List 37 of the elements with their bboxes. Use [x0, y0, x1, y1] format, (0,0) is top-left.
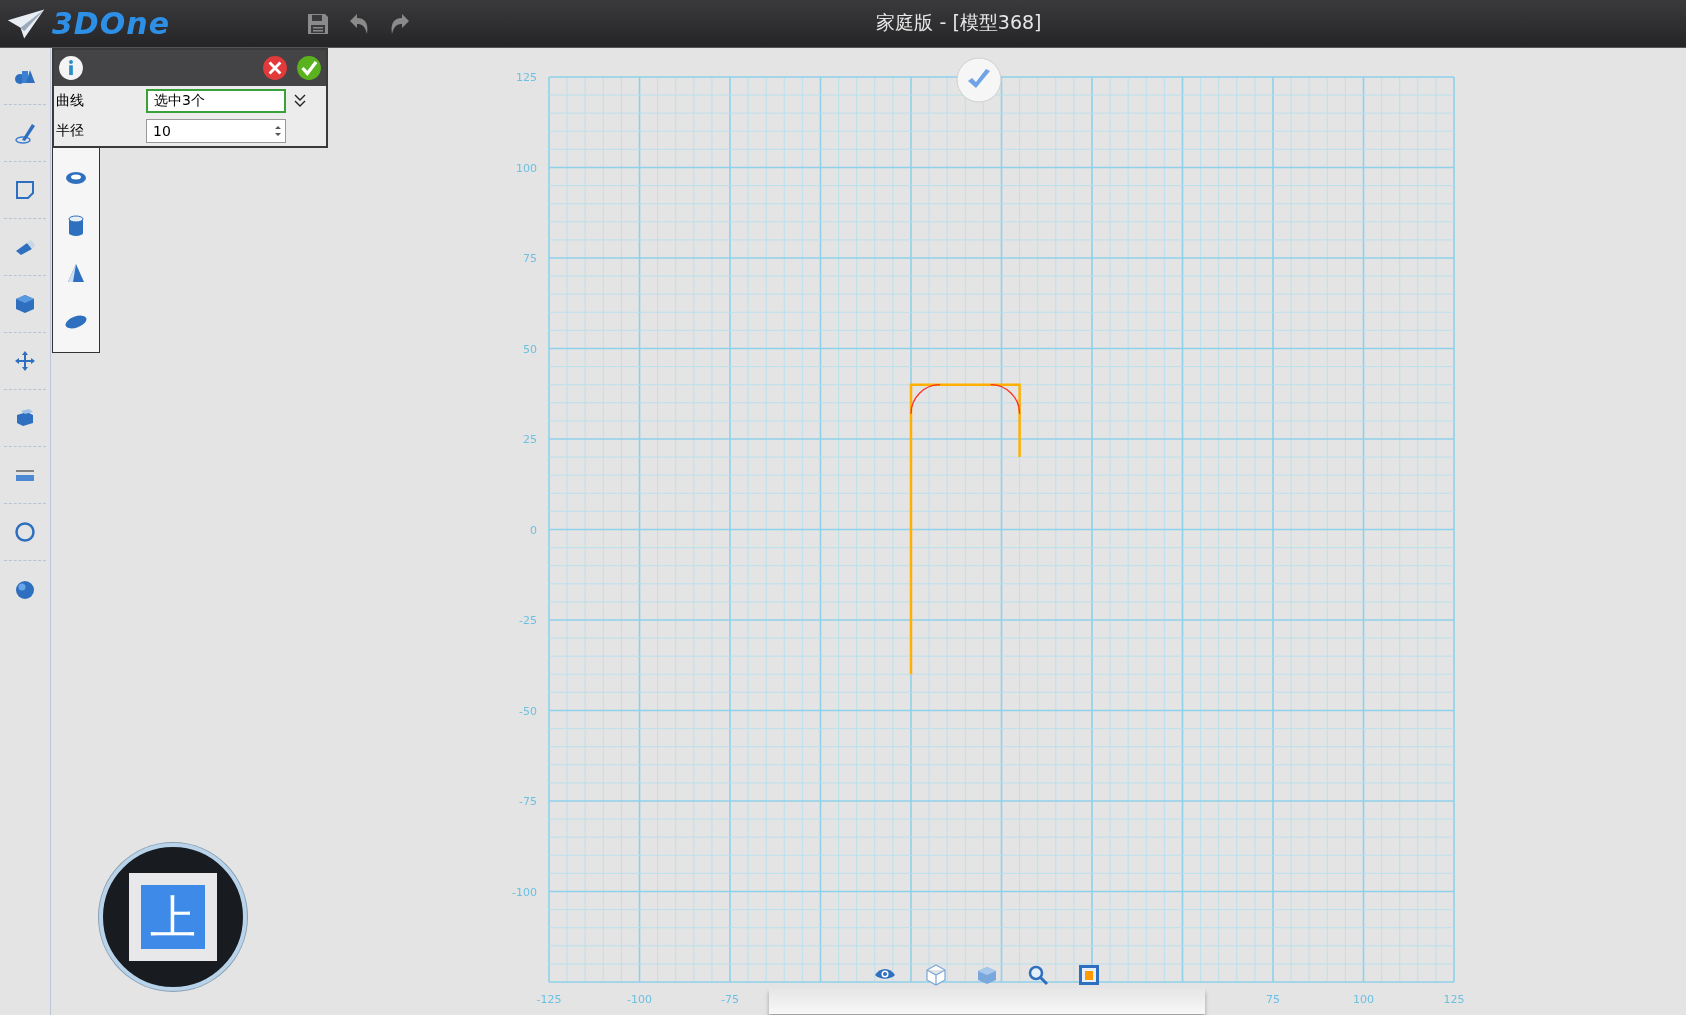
axis-label: 125 — [1443, 993, 1465, 1006]
axis-label: -50 — [519, 704, 537, 718]
axis-label: 25 — [523, 433, 537, 446]
axis-label: -75 — [519, 795, 537, 808]
axis-label: 50 — [523, 342, 537, 356]
axis-label: -100 — [627, 993, 652, 1006]
field-label: 半径 — [56, 122, 85, 140]
cube-icon[interactable] — [13, 292, 37, 316]
confirm-sketch-button[interactable] — [955, 56, 1003, 104]
zoom-icon[interactable] — [1026, 963, 1050, 987]
view-cube[interactable]: 上 — [99, 843, 247, 991]
view-frame-icon[interactable] — [1077, 963, 1101, 987]
axis-label: -100 — [512, 885, 537, 899]
ring-icon[interactable] — [13, 520, 37, 544]
double-chevron-icon[interactable] — [294, 94, 306, 108]
spinner-arrows-icon[interactable] — [274, 124, 282, 138]
app-logo: 3DOne — [52, 6, 170, 41]
axis-label: 100 — [516, 161, 537, 175]
wireframe-cube-icon[interactable] — [924, 963, 948, 987]
confirm-icon[interactable] — [296, 55, 322, 81]
close-icon[interactable] — [262, 55, 288, 81]
axis-label: -125 — [536, 993, 562, 1006]
axis-label: 0 — [530, 523, 537, 537]
sketch-icon[interactable] — [13, 121, 37, 145]
axis-label: 100 — [1353, 993, 1374, 1006]
axis-label: 125 — [516, 71, 537, 84]
info-icon[interactable] — [58, 55, 84, 81]
axis-label: 75 — [1266, 993, 1280, 1006]
axis-label: 75 — [523, 252, 537, 265]
axis-label: -25 — [519, 614, 537, 627]
move-icon[interactable] — [13, 349, 37, 373]
number-field[interactable]: 10 — [146, 119, 286, 143]
window-title: 家庭版 - [模型368] — [876, 10, 1042, 35]
save-icon[interactable] — [306, 11, 330, 36]
selection-field[interactable]: 选中3个 — [146, 89, 286, 113]
field-label: 曲线 — [56, 92, 85, 110]
axis-label: -75 — [721, 993, 739, 1006]
